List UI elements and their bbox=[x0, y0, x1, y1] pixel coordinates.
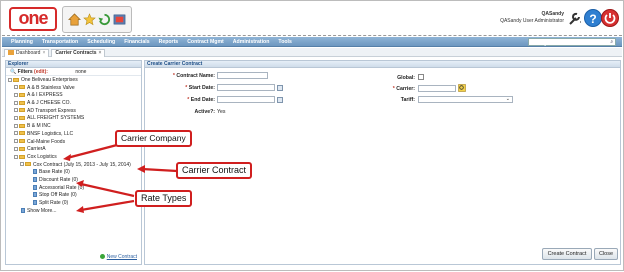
app-window: one QASandy QASandy User Administrator ?… bbox=[0, 0, 624, 271]
rate-types-arrow-bottom bbox=[80, 199, 135, 212]
carrier-company-arrow bbox=[66, 143, 118, 160]
callout-carrier-contract: Carrier Contract bbox=[176, 162, 253, 179]
rate-types-arrow-top bbox=[80, 182, 135, 198]
annotation-arrows bbox=[63, 143, 178, 213]
callout-rate-types: Rate Types bbox=[135, 190, 193, 207]
callout-carrier-company: Carrier Company bbox=[115, 130, 192, 147]
carrier-contract-arrow bbox=[141, 167, 178, 173]
